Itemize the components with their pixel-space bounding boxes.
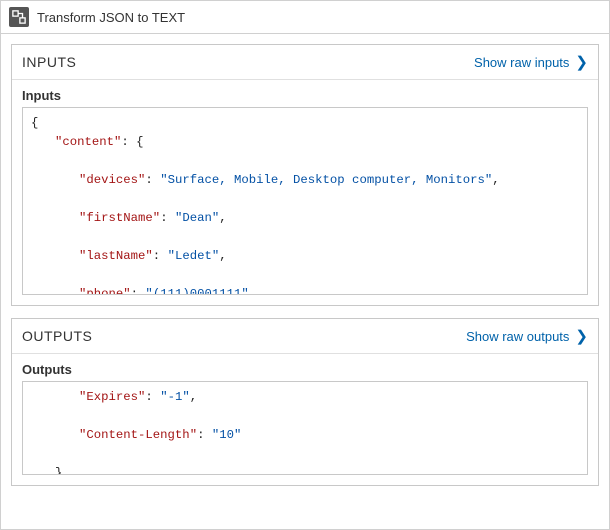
show-raw-outputs-link[interactable]: Show raw outputs ❯ (466, 327, 588, 345)
inputs-code-scroll[interactable]: { "content": { "devices": "Surface, Mobi… (23, 108, 587, 294)
show-raw-inputs-link[interactable]: Show raw inputs ❯ (474, 53, 588, 71)
content-firstName: Dean (182, 211, 212, 225)
transform-icon (9, 7, 29, 27)
outputs-sub-label: Outputs (22, 362, 588, 377)
title-bar: Transform JSON to TEXT (1, 1, 609, 34)
chevron-right-icon: ❯ (575, 327, 588, 345)
outputs-code-scroll[interactable]: "Expires": "-1", "Content-Length": "10" … (23, 382, 587, 474)
title-text: Transform JSON to TEXT (37, 10, 185, 25)
output-content-length: 10 (219, 428, 234, 442)
inputs-panel-body: Inputs { "content": { "devices": "Surfac… (12, 80, 598, 305)
outputs-code-frame: "Expires": "-1", "Content-Length": "10" … (22, 381, 588, 475)
inputs-code-frame: { "content": { "devices": "Surface, Mobi… (22, 107, 588, 295)
inputs-panel: INPUTS Show raw inputs ❯ Inputs { "conte… (11, 44, 599, 306)
outputs-panel: OUTPUTS Show raw outputs ❯ Outputs "Expi… (11, 318, 599, 486)
show-raw-inputs-label: Show raw inputs (474, 55, 569, 70)
outputs-section-title: OUTPUTS (22, 328, 92, 344)
inputs-panel-header: INPUTS Show raw inputs ❯ (12, 45, 598, 80)
outputs-panel-body: Outputs "Expires": "-1", "Content-Length… (12, 354, 598, 485)
inputs-section-title: INPUTS (22, 54, 76, 70)
content-devices: Surface, Mobile, Desktop computer, Monit… (168, 173, 485, 187)
chevron-right-icon: ❯ (575, 53, 588, 71)
content-lastName: Ledet (175, 249, 212, 263)
content-phone: (111)0001111 (153, 287, 242, 294)
show-raw-outputs-label: Show raw outputs (466, 329, 569, 344)
panels-area: INPUTS Show raw inputs ❯ Inputs { "conte… (1, 34, 609, 529)
transform-detail-window: Transform JSON to TEXT INPUTS Show raw i… (0, 0, 610, 530)
outputs-panel-header: OUTPUTS Show raw outputs ❯ (12, 319, 598, 354)
inputs-sub-label: Inputs (22, 88, 588, 103)
output-expires: -1 (168, 390, 183, 404)
